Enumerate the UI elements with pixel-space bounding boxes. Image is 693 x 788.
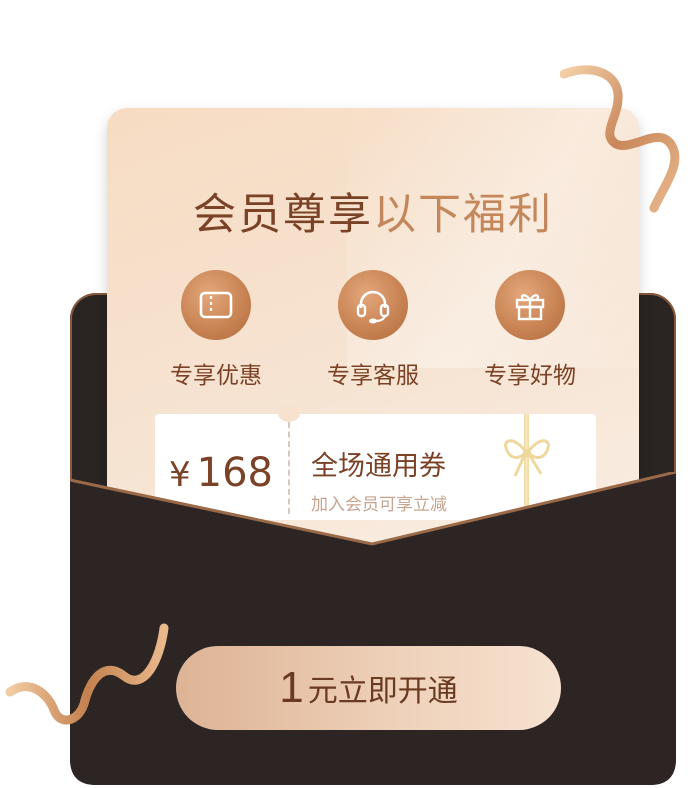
- coupon-divider: [288, 422, 290, 514]
- coupon-description: 加入会员可享立减: [311, 495, 447, 515]
- benefit-discount[interactable]: 专享优惠: [136, 270, 296, 390]
- coupon-notch: [278, 404, 300, 422]
- benefit-label: 专享客服: [327, 363, 419, 389]
- benefit-label: 专享好物: [484, 363, 576, 389]
- benefit-service[interactable]: 专享客服: [293, 270, 453, 390]
- coupon-ticket[interactable]: ¥168 全场通用券 加入会员可享立减: [155, 404, 596, 520]
- headset-icon: [338, 270, 408, 340]
- bow-icon: [504, 439, 550, 477]
- coupon-price: ¥168: [169, 450, 273, 496]
- activate-button[interactable]: 1 元立即开通: [176, 646, 561, 730]
- ribbon-top-right: [560, 65, 680, 213]
- coupon-name: 全场通用券: [311, 451, 446, 482]
- ribbon-bottom-left: [5, 623, 169, 725]
- benefit-goods[interactable]: 专享好物: [450, 270, 610, 390]
- ticket-icon: [181, 270, 251, 340]
- benefit-label: 专享优惠: [170, 363, 262, 389]
- gift-icon: [495, 270, 565, 340]
